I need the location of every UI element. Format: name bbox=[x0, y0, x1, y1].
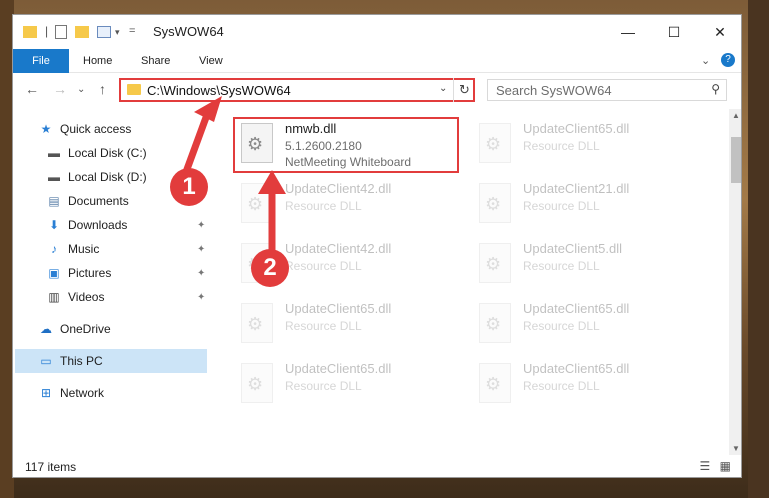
step-badge-2: 2 bbox=[251, 249, 289, 287]
arrow-to-address-bar bbox=[182, 110, 212, 174]
step-badge-1: 1 bbox=[170, 168, 208, 206]
arrow-head-1 bbox=[194, 96, 222, 122]
arrow-head-2 bbox=[258, 170, 286, 194]
annotation-arrows bbox=[182, 96, 286, 252]
